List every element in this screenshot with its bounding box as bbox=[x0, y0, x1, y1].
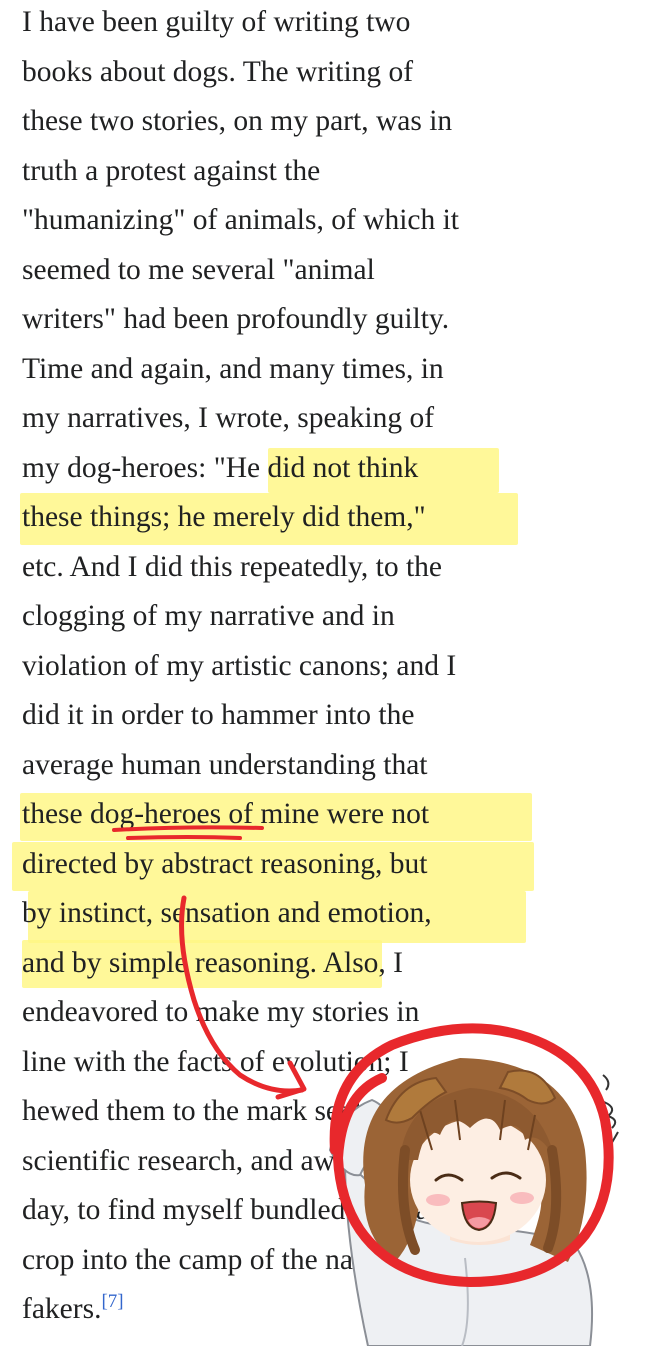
annotation-overlay bbox=[112, 825, 619, 1346]
red-underline bbox=[126, 835, 242, 840]
screenshot: I have been guilty of writing two books a… bbox=[0, 0, 647, 1346]
red-underline bbox=[112, 825, 264, 832]
dog-ear-girl-sticker bbox=[328, 1058, 619, 1346]
red-hand-drawn-arrow bbox=[179, 895, 305, 1094]
